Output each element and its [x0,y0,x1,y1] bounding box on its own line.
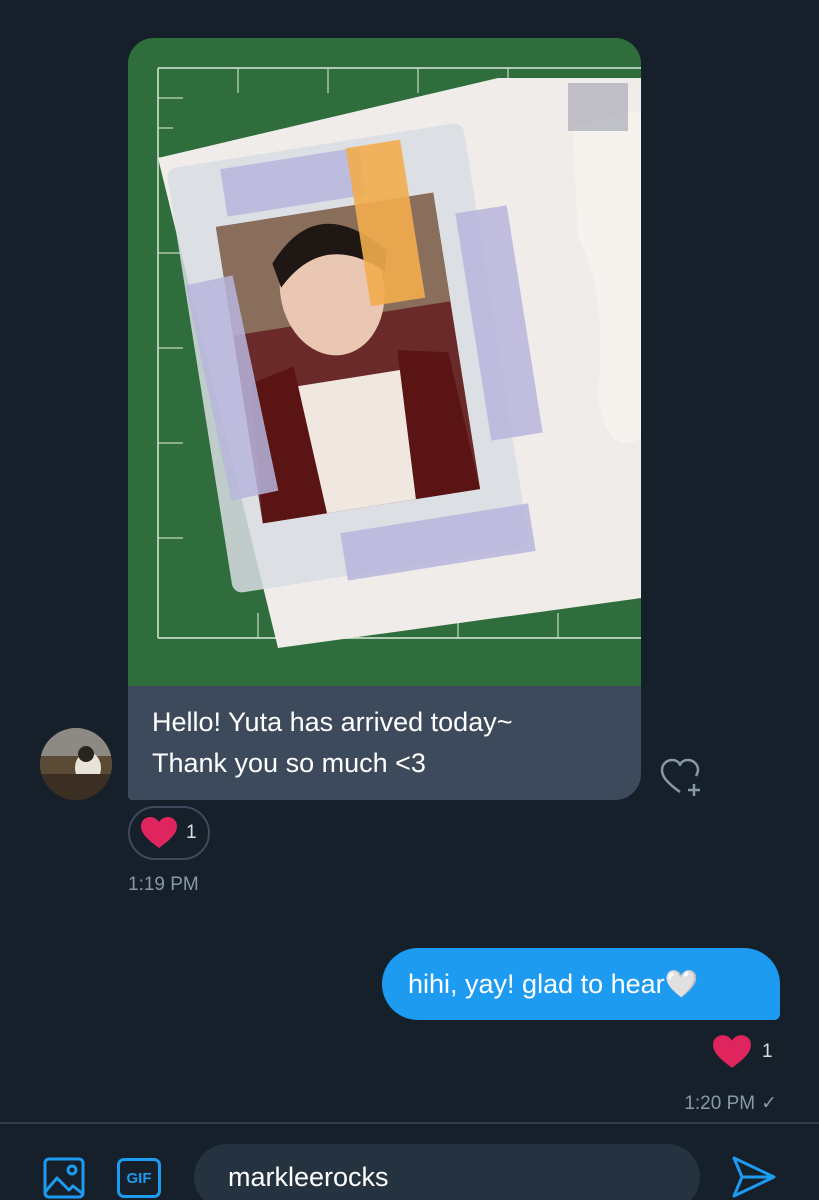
outgoing-message-text: hihi, yay! glad to hear🤍 [408,969,699,999]
gif-button[interactable]: GIF [117,1158,161,1198]
send-button[interactable] [730,1154,778,1200]
heart-icon [713,1035,751,1068]
incoming-reaction-pill[interactable]: 1 [128,806,210,860]
avatar[interactable] [40,728,112,800]
message-photo[interactable] [128,38,641,688]
incoming-message-text: Hello! Yuta has arrived today~ Thank you… [152,707,513,778]
message-input[interactable]: markleerocks [194,1144,700,1200]
heart-icon [141,817,177,848]
photocard-image [128,38,641,688]
send-icon [732,1156,776,1198]
reaction-count: 1 [186,822,197,843]
heart-plus-icon [660,758,700,796]
outgoing-time-text: 1:20 PM [684,1092,756,1114]
image-icon [43,1157,85,1199]
outgoing-message-bubble[interactable]: hihi, yay! glad to hear🤍 [382,948,780,1020]
add-reaction-button[interactable] [660,758,704,798]
sent-check-icon: ✓ [761,1093,777,1114]
reaction-count: 1 [762,1041,773,1062]
outgoing-timestamp: 1:20 PM ✓ [684,1092,777,1115]
incoming-message-bubble[interactable]: Hello! Yuta has arrived today~ Thank you… [128,686,641,800]
add-photo-button[interactable] [42,1156,86,1200]
incoming-timestamp: 1:19 PM [128,874,199,895]
avatar-image [40,728,112,800]
outgoing-reaction[interactable]: 1 [712,1034,773,1070]
message-composer: GIF markleerocks [0,1122,819,1200]
